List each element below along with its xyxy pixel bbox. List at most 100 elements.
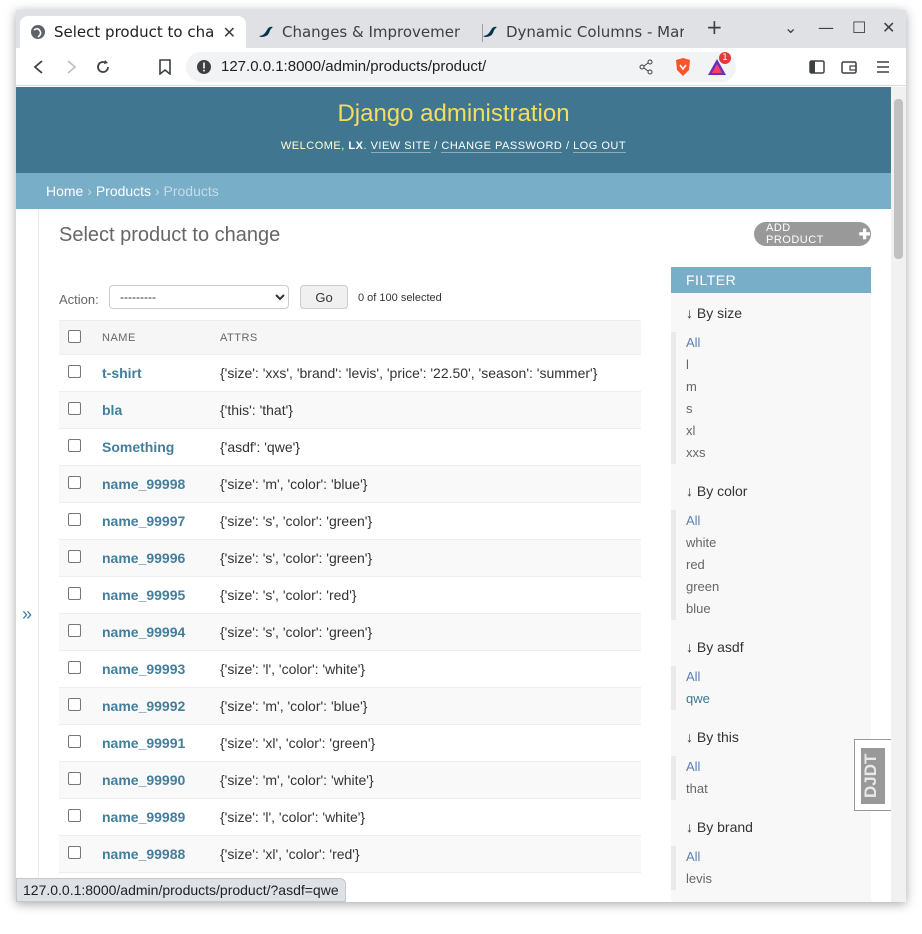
row-checkbox[interactable] xyxy=(68,587,81,600)
bookmark-icon[interactable] xyxy=(154,56,176,78)
filter-choice[interactable]: that xyxy=(676,778,708,800)
forward-arrow-icon[interactable] xyxy=(60,56,82,78)
row-checkbox[interactable] xyxy=(68,513,81,526)
row-checkbox[interactable] xyxy=(68,624,81,637)
row-checkbox[interactable] xyxy=(68,661,81,674)
product-link[interactable]: name_99995 xyxy=(102,587,185,603)
filter-choice[interactable]: xl xyxy=(676,420,706,442)
product-link[interactable]: name_99993 xyxy=(102,661,185,677)
filter-choice[interactable]: blue xyxy=(676,598,719,620)
breadcrumb-products-app[interactable]: Products xyxy=(96,183,151,199)
expand-sidebar-icon[interactable]: » xyxy=(22,604,32,625)
site-brand[interactable]: Django administration xyxy=(16,100,891,128)
scrollbar-thumb[interactable] xyxy=(894,99,903,259)
change-password-link[interactable]: CHANGE PASSWORD xyxy=(441,140,563,153)
filter-choice-all[interactable]: All xyxy=(676,756,708,778)
maximize-icon[interactable]: ☐ xyxy=(852,18,866,37)
table-row: bla {'this': 'that'} xyxy=(59,391,641,429)
close-tab-icon[interactable]: ✕ xyxy=(223,23,236,42)
notification-badge: 1 xyxy=(719,52,731,64)
row-checkbox[interactable] xyxy=(68,772,81,785)
row-checkbox[interactable] xyxy=(68,550,81,563)
product-link[interactable]: bla xyxy=(102,402,122,418)
attrs-cell: {'size': 'm', 'color': 'blue'} xyxy=(220,687,641,725)
filter-choice-all[interactable]: All xyxy=(676,846,712,868)
brave-shield-icon[interactable] xyxy=(672,56,694,78)
wallet-icon[interactable] xyxy=(838,56,860,78)
tab-select-product[interactable]: Select product to change ✕ xyxy=(20,16,246,48)
row-checkbox[interactable] xyxy=(68,846,81,859)
view-site-link[interactable]: VIEW SITE xyxy=(370,140,431,153)
name-cell: t-shirt xyxy=(102,354,220,392)
tab-changes-improvements[interactable]: Changes & Improvements in xyxy=(248,16,470,48)
attrs-cell: {'size': 'l', 'color': 'white'} xyxy=(220,798,641,836)
browser-window: Select product to change ✕ Changes & Imp… xyxy=(16,10,906,902)
filter-choice[interactable]: xxs xyxy=(676,442,706,464)
action-select[interactable]: --------- xyxy=(109,285,289,309)
tab-dynamic-columns[interactable]: Dynamic Columns - MariaDB xyxy=(472,16,694,48)
debug-toolbar-handle[interactable]: DJDT xyxy=(854,739,891,811)
new-tab-button[interactable]: + xyxy=(706,15,723,39)
sidebar-icon[interactable] xyxy=(806,56,828,78)
row-checkbox[interactable] xyxy=(68,698,81,711)
nav-sidebar-toggle[interactable]: » xyxy=(16,209,39,902)
filter-choice[interactable]: white xyxy=(676,532,719,554)
filter-choice-all[interactable]: All xyxy=(676,332,706,354)
row-checkbox[interactable] xyxy=(68,476,81,489)
row-checkbox[interactable] xyxy=(68,735,81,748)
filter-choice-all[interactable]: All xyxy=(676,666,710,688)
row-checkbox[interactable] xyxy=(68,439,81,452)
page-scrollbar[interactable] xyxy=(891,87,906,902)
back-arrow-icon[interactable] xyxy=(28,56,50,78)
product-link[interactable]: name_99994 xyxy=(102,624,185,640)
log-out-link[interactable]: LOG OUT xyxy=(573,140,627,153)
row-checkbox[interactable] xyxy=(68,365,81,378)
menu-icon[interactable] xyxy=(872,56,894,78)
product-link[interactable]: name_99989 xyxy=(102,809,185,825)
column-header-attrs[interactable]: ATTRS xyxy=(220,320,641,355)
globe-icon xyxy=(31,25,45,39)
filter-choice[interactable]: green xyxy=(676,576,719,598)
column-header-name[interactable]: NAME xyxy=(102,320,220,355)
product-link[interactable]: name_99990 xyxy=(102,772,185,788)
filter-choice-all[interactable]: All xyxy=(676,510,719,532)
product-link[interactable]: name_99998 xyxy=(102,476,185,492)
row-checkbox[interactable] xyxy=(68,809,81,822)
product-link[interactable]: Something xyxy=(102,439,174,455)
row-select-cell xyxy=(59,502,102,540)
add-product-button[interactable]: ADD PRODUCT ✚ xyxy=(754,222,871,246)
attrs-cell: {'size': 's', 'color': 'red'} xyxy=(220,576,641,614)
reload-icon[interactable] xyxy=(92,56,114,78)
product-link[interactable]: name_99988 xyxy=(102,846,185,862)
row-checkbox[interactable] xyxy=(68,402,81,415)
filter-heading: ↓ By size xyxy=(686,305,743,321)
filter-choice[interactable]: qwe xyxy=(676,688,710,710)
filter-choice[interactable]: l xyxy=(676,354,706,376)
chevron-down-icon[interactable]: ⌄ xyxy=(784,18,797,37)
product-link[interactable]: name_99992 xyxy=(102,698,185,714)
product-link[interactable]: name_99996 xyxy=(102,550,185,566)
minimize-icon[interactable]: — xyxy=(818,18,834,37)
name-cell: name_99994 xyxy=(102,613,220,651)
filter-heading: ↓ By this xyxy=(686,729,739,745)
select-all-checkbox[interactable] xyxy=(68,329,81,343)
table-row: name_99996 {'size': 's', 'color': 'green'… xyxy=(59,539,641,577)
brave-rewards-icon[interactable]: 1 xyxy=(706,52,731,78)
filter-choice[interactable]: s xyxy=(676,398,706,420)
share-icon[interactable] xyxy=(638,59,654,75)
tab-strip: Select product to change ✕ Changes & Imp… xyxy=(16,10,906,48)
filter-choice[interactable]: red xyxy=(676,554,719,576)
go-button[interactable]: Go xyxy=(300,285,348,309)
product-link[interactable]: name_99991 xyxy=(102,735,185,751)
product-link[interactable]: t-shirt xyxy=(102,365,142,381)
close-window-icon[interactable]: ✕ xyxy=(882,18,895,37)
filter-choice[interactable]: levis xyxy=(676,868,712,890)
select-all-cell xyxy=(59,320,102,355)
filter-choice[interactable]: m xyxy=(676,376,706,398)
address-bar[interactable]: 127.0.0.1:8000/admin/products/product/ xyxy=(186,52,736,82)
info-icon[interactable] xyxy=(196,59,212,75)
product-link[interactable]: name_99997 xyxy=(102,513,185,529)
filter-heading: ↓ By asdf xyxy=(686,639,744,655)
actions-bar: Action: --------- Go 0 of 100 selected xyxy=(59,285,641,315)
breadcrumb-home[interactable]: Home xyxy=(46,183,83,199)
